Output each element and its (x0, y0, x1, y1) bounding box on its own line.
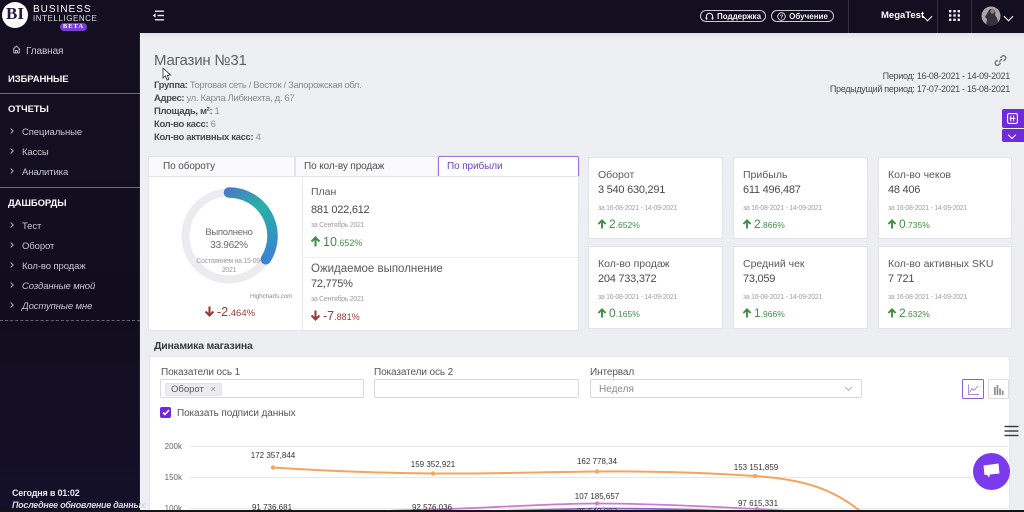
svg-text:?: ? (780, 14, 784, 20)
